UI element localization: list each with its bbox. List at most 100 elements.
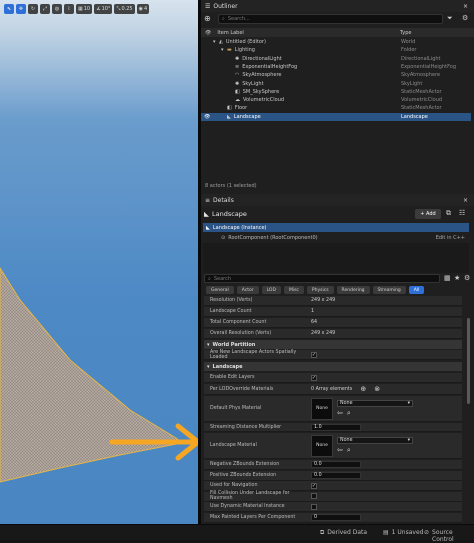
property-row: Negative ZBounds Extension 0.0: [204, 460, 462, 470]
source-control-button[interactable]: ⊘ Source Control: [424, 529, 474, 543]
filter-tab-lod[interactable]: LOD: [261, 286, 281, 294]
landscape-material-thumbnail[interactable]: None: [311, 434, 333, 457]
browse-icon[interactable]: ⌕: [347, 446, 351, 455]
details-tab[interactable]: ≡ Details ×: [201, 194, 474, 206]
close-icon[interactable]: ×: [463, 197, 468, 204]
property-checkbox[interactable]: [311, 493, 317, 500]
col-type[interactable]: Type: [400, 30, 411, 36]
property-number-input[interactable]: 0.0: [311, 461, 361, 468]
property-matrix-icon[interactable]: ▦: [444, 274, 451, 282]
world-icon: ◍: [54, 6, 60, 12]
details-title: Details: [213, 196, 234, 204]
favorite-star-icon[interactable]: ★: [454, 274, 460, 282]
surface-snap-icon: ⌇: [67, 6, 71, 12]
filter-tab-streaming[interactable]: Streaming: [372, 286, 406, 294]
mesh-icon: ◧: [235, 88, 240, 95]
add-component-button[interactable]: + Add: [415, 209, 441, 219]
outliner-row[interactable]: ◧ Floor StaticMeshActor: [201, 104, 471, 112]
unsaved-button[interactable]: ▤ 1 Unsaved: [383, 529, 423, 536]
filter-icon[interactable]: ⏷: [447, 14, 453, 23]
details-search-input[interactable]: ⌕ Search: [204, 274, 440, 283]
outliner-item-label: SM_SkySphere: [242, 88, 280, 95]
outliner-row[interactable]: 👁 ◣ Landscape Landscape: [201, 112, 471, 121]
outliner-row[interactable]: ✺ DirectionalLight DirectionalLight: [201, 55, 471, 63]
add-element-icon[interactable]: ⊕: [360, 385, 366, 393]
search-icon: ⌕: [208, 275, 211, 282]
outliner-item-type: StaticMeshActor: [401, 88, 442, 95]
clear-elements-icon[interactable]: ⊗: [374, 385, 380, 393]
viewport-camera-speed-button[interactable]: ◉ 4: [136, 4, 150, 14]
add-actor-icon[interactable]: ⊕: [204, 14, 216, 24]
spatially-loaded-checkbox[interactable]: ✓: [311, 351, 317, 358]
save-icon: ▤: [383, 529, 389, 536]
property-row: Used for Navigation ✓: [204, 481, 462, 492]
viewport-grid-snap-button[interactable]: ▦ 10: [76, 4, 93, 14]
landscape-material-dropdown[interactable]: None ▾: [337, 436, 413, 444]
outliner-search-input[interactable]: ⌕ Search...: [218, 14, 443, 24]
viewport-rotation-snap-button[interactable]: ∡ 10°: [94, 4, 113, 14]
viewport-scale-button[interactable]: ⤢: [40, 4, 50, 14]
use-selected-icon[interactable]: ⇦: [337, 409, 343, 418]
landscape-icon: ◣: [227, 113, 231, 120]
source-control-icon: ⊘: [424, 529, 430, 536]
visibility-col-icon[interactable]: 👁: [205, 30, 211, 36]
outliner-row[interactable]: ≋ ExponentialHeightFog ExponentialHeightFo…: [201, 63, 471, 71]
outliner-row[interactable]: ◧ SM_SkySphere StaticMeshActor: [201, 88, 471, 96]
viewport-move-button[interactable]: ✥: [16, 4, 26, 14]
outliner-row[interactable]: ▾ ▬ Lighting Folder: [201, 46, 471, 54]
actor-name[interactable]: Landscape: [212, 210, 247, 218]
property-label: Fill Collision Under Landscape for Navme…: [210, 491, 290, 502]
viewport-rotate-button[interactable]: ↻: [28, 4, 38, 14]
viewport-world-button[interactable]: ◍: [52, 4, 62, 14]
filter-tab-actor[interactable]: Actor: [236, 286, 259, 294]
blueprint-icon[interactable]: ⧉: [446, 209, 451, 218]
property-checkbox[interactable]: ✓: [311, 482, 317, 489]
filter-tab-general[interactable]: General: [206, 286, 234, 294]
root-component-row[interactable]: ⊙ RootComponent (RootComponent0) Edit in…: [203, 233, 469, 242]
section-world-partition[interactable]: ▾ World Partition: [204, 340, 462, 349]
section-landscape[interactable]: ▾ Landscape: [204, 362, 462, 371]
chevron-down-icon: ▾: [407, 400, 410, 406]
col-item-label[interactable]: Item Label: [217, 30, 243, 36]
outliner-row[interactable]: ✺ SkyLight SkyLight: [201, 80, 471, 88]
property-number-input[interactable]: 0: [311, 514, 361, 521]
edit-cpp-link[interactable]: Edit in C++: [436, 235, 465, 241]
outliner-item-type: SkyLight: [401, 80, 423, 87]
property-checkbox[interactable]: [311, 503, 317, 510]
property-number-input[interactable]: 0.0: [311, 471, 361, 479]
close-icon[interactable]: ×: [463, 3, 468, 10]
browse-icon[interactable]: ⌕: [347, 409, 351, 418]
outliner-row[interactable]: ▾ ◭ Untitled (Editor) World: [201, 38, 471, 46]
viewport-surface-snap-button[interactable]: ⌇: [64, 4, 74, 14]
viewport-select-button[interactable]: ⬉: [4, 4, 14, 14]
component-list-icon[interactable]: ☷: [459, 209, 465, 217]
filter-tabs: General Actor LOD Misc Physics Rendering Strea…: [206, 286, 425, 294]
instance-row[interactable]: ◣ Landscape (Instance): [203, 223, 469, 232]
world-icon: ◭: [219, 39, 223, 45]
viewport-scale-snap-button[interactable]: ⤡ 0.25: [114, 4, 135, 14]
derived-data-button[interactable]: ⧉ Derived Data: [320, 529, 367, 537]
filter-tab-misc[interactable]: Misc: [283, 286, 304, 294]
settings-icon[interactable]: ⚙: [464, 274, 470, 282]
visibility-eye-icon[interactable]: 👁: [204, 114, 210, 120]
streaming-distance-input[interactable]: 1.0: [311, 423, 361, 431]
settings-icon[interactable]: ⚙: [462, 14, 468, 22]
row-streaming-label: Streaming Distance Multiplier: [210, 424, 282, 430]
actor-name-row: ◣ Landscape: [204, 210, 247, 218]
outliner-tab[interactable]: ☰ Outliner ×: [201, 0, 474, 12]
outliner-row[interactable]: ◠ SkyAtmosphere SkyAtmosphere: [201, 71, 471, 79]
filter-tab-all[interactable]: All: [408, 286, 425, 294]
outliner-item-label: DirectionalLight: [242, 55, 282, 62]
property-label: Negative ZBounds Extension: [210, 462, 280, 467]
use-selected-icon[interactable]: ⇦: [337, 446, 343, 455]
instance-label: Landscape (Instance): [212, 224, 267, 231]
details-scrollbar[interactable]: [467, 318, 470, 404]
section-world-label: World Partition: [212, 341, 256, 348]
phys-material-dropdown[interactable]: None ▾: [337, 399, 413, 407]
edit-layers-checkbox[interactable]: ✓: [311, 374, 317, 381]
filter-tab-rendering[interactable]: Rendering: [336, 286, 370, 294]
filter-tab-physics[interactable]: Physics: [306, 286, 334, 294]
outliner-row[interactable]: ☁ VolumetricCloud VolumetricCloud: [201, 96, 471, 104]
phys-material-thumbnail[interactable]: None: [311, 397, 333, 420]
row-lod-override-label: Per LODOverride Materials: [210, 386, 274, 392]
